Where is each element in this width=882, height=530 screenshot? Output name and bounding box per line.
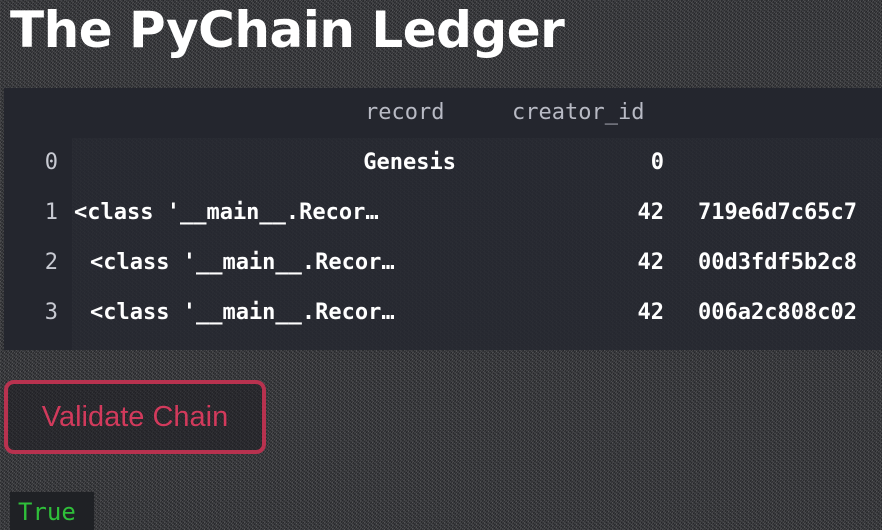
cell-creator-id[interactable]: 0 <box>564 148 664 178</box>
cell-record[interactable]: <class '__main__.Recor… <box>90 298 395 328</box>
validation-result: True <box>18 498 76 526</box>
row-index: 2 <box>44 250 58 275</box>
cell-creator-id[interactable]: 42 <box>564 198 665 228</box>
row-index: 3 <box>44 300 58 325</box>
ledger-table[interactable]: record creator_id 0 Genesis 0 1 <class '… <box>4 88 882 350</box>
cell-creator-id[interactable]: 42 <box>564 248 665 278</box>
row-index: 1 <box>44 200 58 225</box>
cell-record[interactable]: <class '__main__.Recor… <box>90 248 395 278</box>
page-title: The PyChain Ledger <box>10 1 565 59</box>
cell-hash[interactable]: 006a2c808c02 <box>698 298 857 328</box>
cell-record[interactable]: Genesis <box>204 148 456 178</box>
column-header-record[interactable]: record <box>365 98 444 128</box>
row-index: 0 <box>44 150 58 175</box>
cell-hash[interactable]: 719e6d7c65c7 <box>698 198 857 228</box>
validate-chain-button[interactable]: Validate Chain <box>4 380 266 454</box>
cell-record[interactable]: <class '__main__.Recor… <box>74 198 379 228</box>
cell-hash[interactable]: 00d3fdf5b2c8 <box>698 248 857 278</box>
cell-creator-id[interactable]: 42 <box>564 298 665 328</box>
column-header-creator-id[interactable]: creator_id <box>512 98 644 128</box>
